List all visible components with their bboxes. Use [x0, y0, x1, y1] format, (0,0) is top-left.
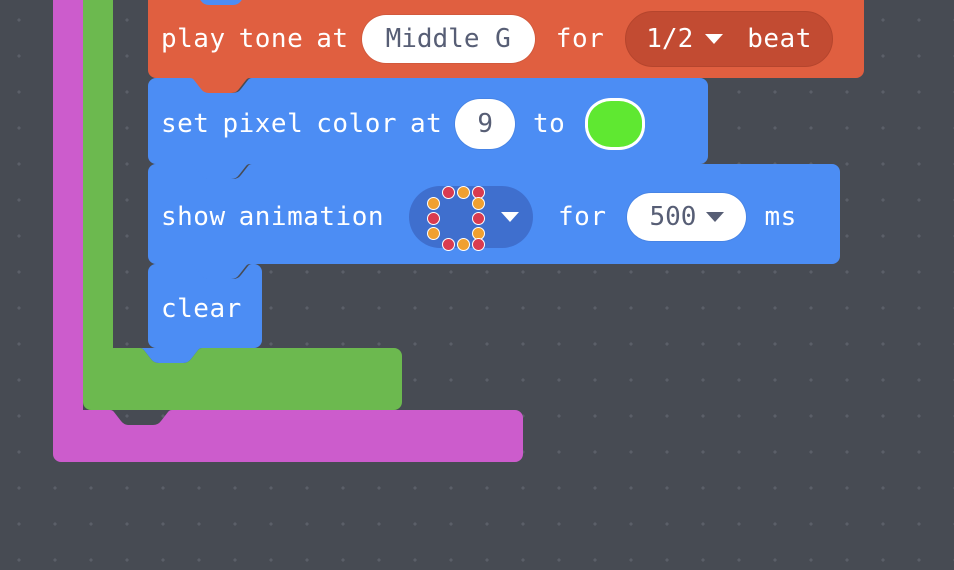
animation-duration-value: 500	[649, 202, 697, 232]
pixel-index-input[interactable]: 9	[455, 99, 515, 149]
animation-dot	[472, 197, 486, 210]
animation-dot	[427, 197, 441, 210]
blocks-canvas	[53, 0, 864, 462]
animation-dot	[472, 238, 486, 251]
pixel-index-value: 9	[477, 109, 493, 139]
chevron-down-icon	[706, 212, 725, 222]
chevron-down-icon	[501, 212, 520, 222]
animation-dot	[442, 238, 456, 251]
beat-duration-value: 1/2	[646, 24, 694, 54]
show-animation-word-animation: animation	[238, 202, 385, 232]
show-animation-word-ms: ms	[764, 202, 797, 232]
rainbow-ring-animation-icon	[427, 186, 486, 251]
clear-block-label: clear	[161, 294, 242, 324]
animation-dot	[427, 227, 441, 240]
set-pixel-word-pixel: pixel	[222, 109, 304, 139]
play-tone-word-beat: beat	[747, 24, 812, 54]
block-editor-canvas[interactable]: play tone at Middle G for 1/2 beat set p…	[0, 0, 954, 570]
set-pixel-word-color: color	[316, 109, 398, 139]
animation-dot	[442, 186, 456, 199]
animation-picker-field[interactable]	[409, 186, 534, 251]
note-field[interactable]: Middle G	[361, 15, 535, 63]
set-pixel-word-set: set	[161, 109, 210, 139]
animation-dot	[457, 238, 471, 251]
play-tone-word-for: for	[555, 24, 605, 54]
animation-duration-dropdown[interactable]: 500	[627, 193, 747, 241]
set-pixel-word-at: at	[410, 109, 443, 139]
animation-dot	[472, 212, 486, 225]
color-swatch-field[interactable]	[585, 98, 646, 150]
animation-dot	[457, 186, 471, 199]
show-animation-word-show: show	[161, 202, 226, 232]
chevron-down-icon	[705, 34, 724, 44]
beat-duration-dropdown[interactable]: 1/2 beat	[625, 11, 833, 67]
play-tone-word-play: play	[161, 24, 226, 54]
set-pixel-word-to: to	[533, 109, 566, 139]
play-tone-word-tone: tone	[238, 24, 304, 54]
animation-dot	[427, 212, 441, 225]
play-tone-word-at: at	[316, 24, 349, 54]
show-animation-word-for: for	[558, 202, 607, 232]
note-field-value: Middle G	[385, 24, 511, 54]
